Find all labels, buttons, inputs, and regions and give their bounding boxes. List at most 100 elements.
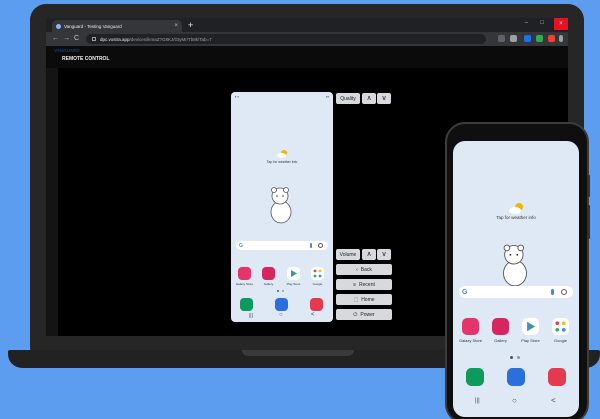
camera-app-icon[interactable] <box>310 298 323 311</box>
status-bar <box>453 141 579 151</box>
maximize-button[interactable]: □ <box>540 20 544 26</box>
app-label: Gallery <box>494 338 507 343</box>
volume-button[interactable]: Volume <box>336 249 360 260</box>
window-close-button[interactable]: × <box>554 18 568 30</box>
google-search-bar[interactable]: G <box>236 241 328 250</box>
app-label: Google <box>554 338 567 343</box>
page-indicator <box>282 290 284 292</box>
page-title: REMOTE CONTROL <box>62 56 110 62</box>
profile-icon[interactable] <box>548 35 555 42</box>
remote-device-screen[interactable]: ▪ ▪ ▪▪ Tap for weather info G Galaxy Sto… <box>231 92 333 322</box>
mic-icon[interactable] <box>310 243 312 248</box>
address-bar[interactable]: dpc.vostra.app /devices/ikmaZ?G8KJ/GtyMr… <box>86 34 486 44</box>
recent-lines-icon: ≡ <box>353 281 357 288</box>
google-folder-icon[interactable] <box>552 318 569 335</box>
recent-apps-icon[interactable]: ||| <box>249 313 253 319</box>
back-control-label: Back <box>360 266 372 273</box>
recent-apps-icon[interactable]: ||| <box>475 398 480 404</box>
weather-icon <box>509 203 525 214</box>
phone-app-icon[interactable] <box>466 368 484 386</box>
back-control-button[interactable]: ‹ Back <box>336 264 392 275</box>
phone-app-icon[interactable] <box>240 298 253 311</box>
lens-icon[interactable] <box>318 243 323 248</box>
gallery-icon[interactable] <box>492 318 509 335</box>
google-search-bar[interactable]: G <box>459 286 573 298</box>
home-control-label: Home <box>361 296 375 303</box>
power-icon: ⏻ <box>353 311 358 318</box>
browser-toolbar: ← → C dpc.vostra.app /devices/ikmaZ?G8KJ… <box>46 32 568 46</box>
messages-app-icon[interactable] <box>507 368 525 386</box>
new-tab-button[interactable]: + <box>188 19 193 31</box>
recent-control-button[interactable]: ≡ Recent <box>336 279 392 290</box>
status-icons: ▪ ▪ <box>235 94 239 99</box>
phone-power-button <box>587 175 590 197</box>
app-logo: VANGUARD <box>54 48 80 53</box>
close-tab-icon[interactable]: × <box>174 23 178 29</box>
bear-character-icon <box>503 244 527 287</box>
app-label: Gallery <box>263 282 274 286</box>
extension-icon[interactable] <box>524 35 531 42</box>
url-host: dpc.vostra.app <box>100 36 130 42</box>
share-icon[interactable] <box>498 35 505 42</box>
app-sidebar <box>46 68 58 336</box>
page-indicator <box>510 356 513 359</box>
volume-down-button[interactable]: ∨ <box>377 249 391 260</box>
browser-tab[interactable]: Vanguard - Testing Vanguard × <box>52 20 182 32</box>
lock-icon <box>92 37 96 41</box>
mic-icon[interactable] <box>551 289 554 295</box>
home-icon[interactable]: ○ <box>512 396 517 405</box>
app-header: VANGUARD REMOTE CONTROL <box>46 46 568 68</box>
bookmark-star-icon[interactable] <box>510 35 517 42</box>
play-store-icon[interactable] <box>287 267 300 280</box>
weather-text[interactable]: Tap for weather info <box>231 160 333 164</box>
weather-icon <box>277 150 289 158</box>
camera-app-icon[interactable] <box>548 368 566 386</box>
phone-home-screen[interactable]: Tap for weather info G Galaxy Store Gall… <box>453 141 579 417</box>
google-folder-icon[interactable] <box>311 267 324 280</box>
quality-up-button[interactable]: ∧ <box>362 93 376 104</box>
phone-volume-button <box>587 205 590 239</box>
back-icon[interactable]: < <box>311 312 315 318</box>
tab-title: Vanguard - Testing Vanguard <box>64 23 122 29</box>
home-icon[interactable]: ○ <box>279 312 283 318</box>
status-bar: ▪ ▪ ▪▪ <box>231 92 333 102</box>
home-control-button[interactable]: ⬚ Home <box>336 294 392 305</box>
quality-down-button[interactable]: ∨ <box>377 93 391 104</box>
power-control-label: Power <box>360 311 375 318</box>
minimize-button[interactable]: – <box>525 20 528 26</box>
app-label: Galaxy Store <box>458 338 483 343</box>
forward-button[interactable]: → <box>63 33 70 45</box>
extension-icon[interactable] <box>536 35 543 42</box>
recent-control-label: Recent <box>359 281 375 288</box>
lens-icon[interactable] <box>561 289 567 295</box>
power-control-button[interactable]: ⏻ Power <box>336 309 392 320</box>
battery-icon: ▪▪ <box>326 94 329 99</box>
app-label: Play Store <box>521 338 540 343</box>
google-g-icon: G <box>462 288 468 296</box>
volume-up-button[interactable]: ∧ <box>362 249 376 260</box>
galaxy-store-icon[interactable] <box>462 318 479 335</box>
app-label: Galaxy Store <box>235 282 254 286</box>
home-frame-icon: ⬚ <box>353 296 359 303</box>
galaxy-store-icon[interactable] <box>238 267 251 280</box>
back-arrow-icon: ‹ <box>356 266 358 273</box>
url-path: /devices/ikmaZ?G8KJ/GtyMr/Tb8k/Tab=7 <box>129 36 212 42</box>
menu-icon[interactable] <box>559 35 563 42</box>
bear-character-icon <box>270 187 292 224</box>
browser-tab-bar: Vanguard - Testing Vanguard × + – □ × <box>46 18 568 32</box>
app-label: Google <box>312 282 323 286</box>
favicon-icon <box>56 23 61 29</box>
reload-button[interactable]: C <box>74 33 79 45</box>
app-label: Play Store <box>286 282 301 286</box>
laptop-notch <box>242 350 354 356</box>
play-store-icon[interactable] <box>522 318 539 335</box>
page-indicator <box>277 290 279 292</box>
quality-button[interactable]: Quality <box>336 93 360 104</box>
back-icon[interactable]: < <box>551 396 556 405</box>
back-button[interactable]: ← <box>52 33 59 45</box>
messages-app-icon[interactable] <box>275 298 288 311</box>
page-indicator <box>517 356 520 359</box>
google-g-icon: G <box>239 242 243 249</box>
gallery-icon[interactable] <box>262 267 275 280</box>
weather-text[interactable]: Tap for weather info <box>453 215 579 220</box>
